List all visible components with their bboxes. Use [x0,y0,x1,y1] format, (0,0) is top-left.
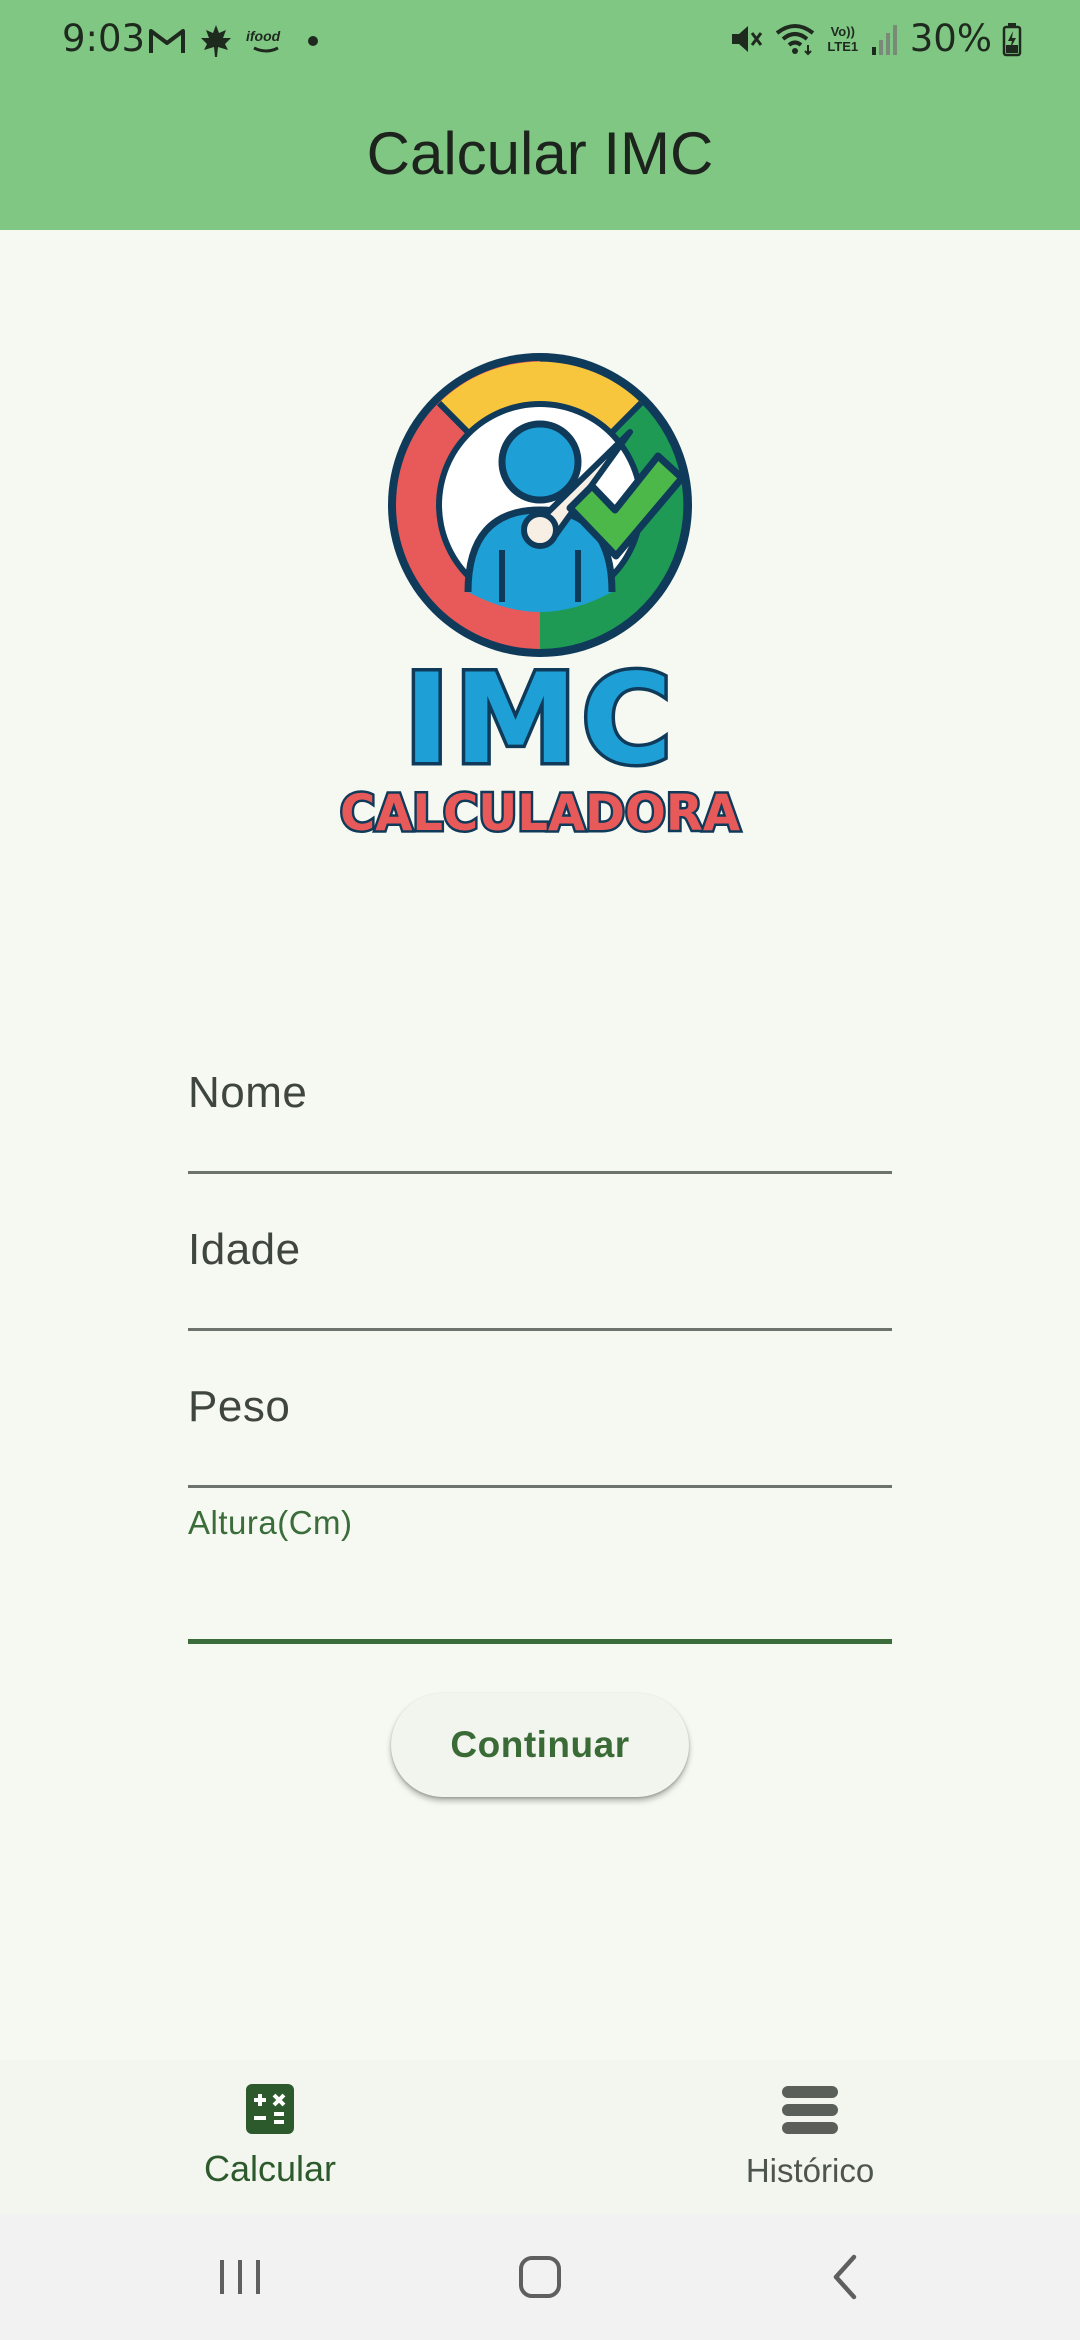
system-navigation-bar [0,2214,1080,2340]
continue-button[interactable]: Continuar [391,1693,689,1797]
notification-dot-icon [308,36,318,46]
nav-label-calcular: Calcular [203,2148,337,2189]
list-icon [782,2086,838,2134]
wifi-icon [775,24,814,56]
status-time: 9:03 [62,17,146,60]
gmail-icon [149,29,185,53]
maple-leaf-icon [201,25,231,57]
age-field-underline [188,1328,892,1331]
back-icon[interactable] [804,2244,884,2310]
weight-field-label: Peso [188,1382,291,1431]
nav-label-historico: Histórico [745,2152,875,2189]
volte-icon: Vo)) LTE1 [827,24,859,54]
status-notification-icons: ifood [148,18,328,64]
battery-charging-icon [1002,23,1022,57]
imc-calculator-logo: IMC CALCULADORA [330,350,750,845]
logo-subtitle: CALCULADORA [340,784,740,840]
nav-item-historico[interactable]: Histórico [540,2060,1080,2214]
home-icon[interactable] [500,2244,580,2310]
name-field[interactable]: Nome [188,1050,892,1174]
age-field[interactable]: Idade [188,1207,892,1331]
name-field-underline [188,1171,892,1174]
age-field-label: Idade [188,1225,301,1274]
ifood-icon: ifood [246,26,286,56]
nav-item-calcular[interactable]: Calcular [0,2060,540,2214]
weight-field[interactable]: Peso [188,1364,892,1488]
logo-title: IMC [404,648,677,792]
bottom-navigation: Calcular Histórico [0,2060,1080,2214]
recent-apps-icon[interactable] [200,2244,280,2310]
page-title: Calcular IMC [366,120,714,187]
mute-icon [731,26,762,52]
status-bar: 9:03 ifood Vo)) LTE1 30% [0,0,1080,80]
name-field-label: Nome [188,1068,308,1117]
signal-icon [871,25,897,55]
height-field-label: Altura(Cm) [188,1504,353,1541]
weight-field-underline [188,1485,892,1488]
height-field-underline [188,1639,892,1644]
height-field[interactable]: Altura(Cm) [188,1500,892,1644]
status-system-icons: Vo)) LTE1 30% [728,16,1022,62]
calculator-icon [246,2084,294,2134]
app-bar: Calcular IMC [0,80,1080,230]
battery-percent: 30% [909,17,992,60]
